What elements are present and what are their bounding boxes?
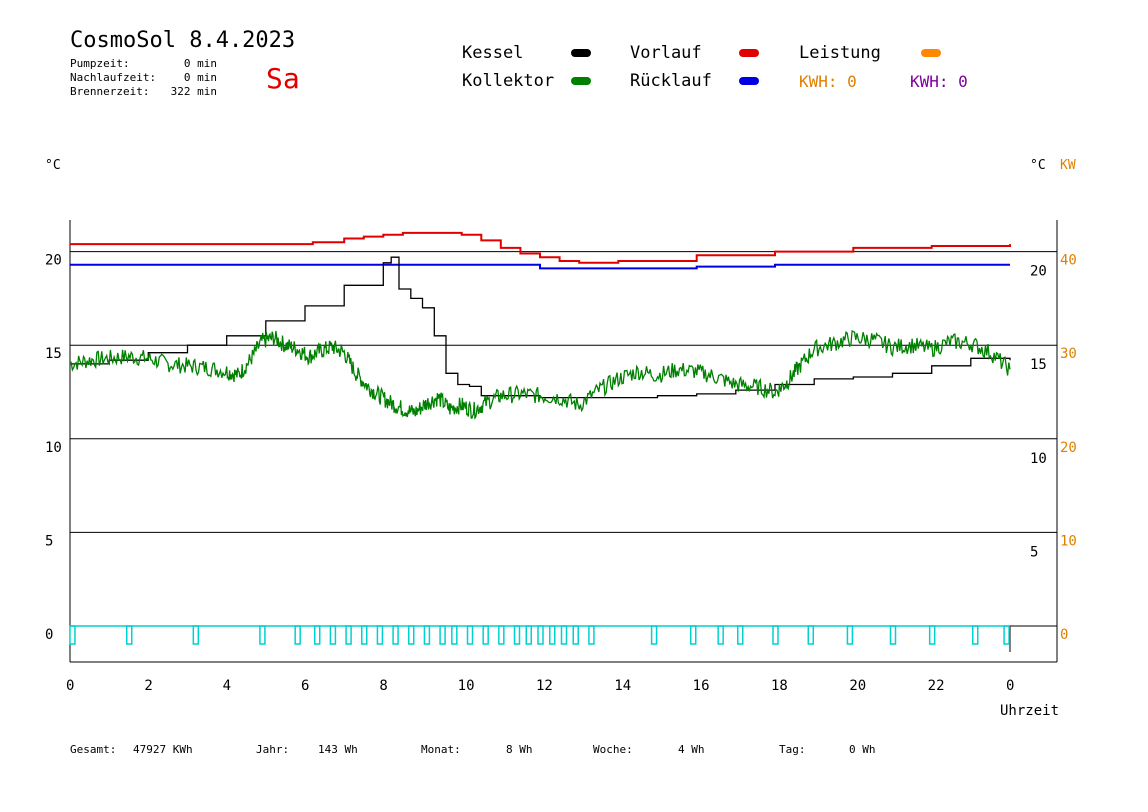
footer-tag-label: Tag: [779, 743, 806, 756]
y-tick-left-0: 0 [45, 627, 53, 643]
x-tick-11: 22 [928, 678, 945, 694]
pump-pulse-16 [482, 625, 489, 645]
x-tick-0: 0 [66, 678, 74, 694]
pump-pulse-17 [498, 625, 505, 645]
x-tick-6: 12 [536, 678, 553, 694]
pump-pulse-8 [361, 625, 368, 645]
footer-monat-label: Monat: [421, 743, 461, 756]
x-tick-3: 6 [301, 678, 309, 694]
pump-pulse-35 [1003, 625, 1010, 645]
pump-pulse-14 [451, 625, 458, 645]
x-tick-1: 2 [144, 678, 152, 694]
series-line-kollektor [69, 330, 1011, 420]
pump-pulse-0 [69, 625, 76, 645]
y-tick-right-kw-10: 10 [1060, 533, 1077, 549]
footer-gesamt-label: Gesamt: [70, 743, 117, 756]
y-tick-right-c-10: 10 [1030, 451, 1047, 467]
pump-pulse-4 [294, 625, 301, 645]
pump-pulse-13 [439, 625, 446, 645]
x-tick-5: 10 [458, 678, 475, 694]
pump-pulse-26 [690, 625, 697, 645]
y-tick-right-c-20: 20 [1030, 264, 1047, 280]
pump-pulse-5 [314, 625, 321, 645]
pump-pulse-7 [345, 625, 352, 645]
pump-pulse-30 [807, 625, 814, 645]
series-line-r-cklauf [70, 263, 1010, 270]
footer-tag-value: 0 Wh [849, 743, 876, 756]
y-tick-right-c-15: 15 [1030, 357, 1047, 373]
y-tick-left-10: 10 [45, 440, 62, 456]
y-tick-left-15: 15 [45, 346, 62, 362]
pump-pulse-18 [513, 625, 521, 645]
x-tick-10: 20 [849, 678, 866, 694]
pump-pulse-23 [572, 625, 579, 645]
x-tick-9: 18 [771, 678, 788, 694]
pump-pulse-28 [737, 625, 744, 645]
pump-pulse-20 [537, 625, 544, 645]
pump-pulse-33 [928, 625, 936, 645]
pump-pulse-3 [259, 625, 266, 645]
x-tick-8: 16 [693, 678, 710, 694]
pump-pulse-19 [525, 625, 532, 645]
pump-pulse-10 [392, 625, 399, 645]
pump-pulse-21 [549, 625, 556, 645]
y-tick-left-5: 5 [45, 533, 53, 549]
footer-gesamt-value: 47927 KWh [133, 743, 193, 756]
pump-pulse-34 [972, 625, 979, 645]
pump-pulse-31 [846, 625, 854, 645]
pump-pulse-24 [588, 625, 595, 645]
pump-pulse-25 [650, 625, 658, 645]
x-axis-label: Uhrzeit [1000, 703, 1059, 719]
footer-monat-value: 8 Wh [506, 743, 533, 756]
x-tick-2: 4 [223, 678, 231, 694]
pump-pulse-15 [466, 625, 474, 645]
pump-pulse-1 [126, 625, 133, 645]
pump-pulse-22 [560, 625, 568, 645]
y-tick-right-kw-40: 40 [1060, 253, 1077, 269]
footer-jahr-label: Jahr: [256, 743, 290, 756]
pump-pulse-29 [772, 625, 779, 645]
pump-pulse-11 [408, 625, 415, 645]
pump-pulse-27 [717, 625, 724, 645]
pump-pulse-12 [423, 625, 431, 645]
x-tick-4: 8 [379, 678, 387, 694]
y-tick-right-kw-30: 30 [1060, 346, 1077, 362]
pump-pulse-6 [329, 625, 337, 645]
footer-jahr-value: 143 Wh [318, 743, 358, 756]
series-line-vorlauf [70, 231, 1011, 264]
y-tick-right-kw-0: 0 [1060, 627, 1068, 643]
pump-pulse-32 [889, 625, 897, 645]
pump-pulse-2 [192, 625, 200, 645]
footer-woche-label: Woche: [593, 743, 633, 756]
pump-pulse-9 [376, 625, 384, 645]
footer-woche-value: 4 Wh [678, 743, 705, 756]
x-tick-12: 0 [1006, 678, 1014, 694]
x-tick-7: 14 [614, 678, 631, 694]
temperature-chart: 0 5 10 15 20 5 10 15 20 0 10 20 30 40 0 2 4 6 8 10 12 14 16 18 2… [45, 220, 1077, 719]
y-tick-right-c-5: 5 [1030, 544, 1038, 560]
y-tick-right-kw-20: 20 [1060, 440, 1077, 456]
y-tick-left-20: 20 [45, 253, 62, 269]
